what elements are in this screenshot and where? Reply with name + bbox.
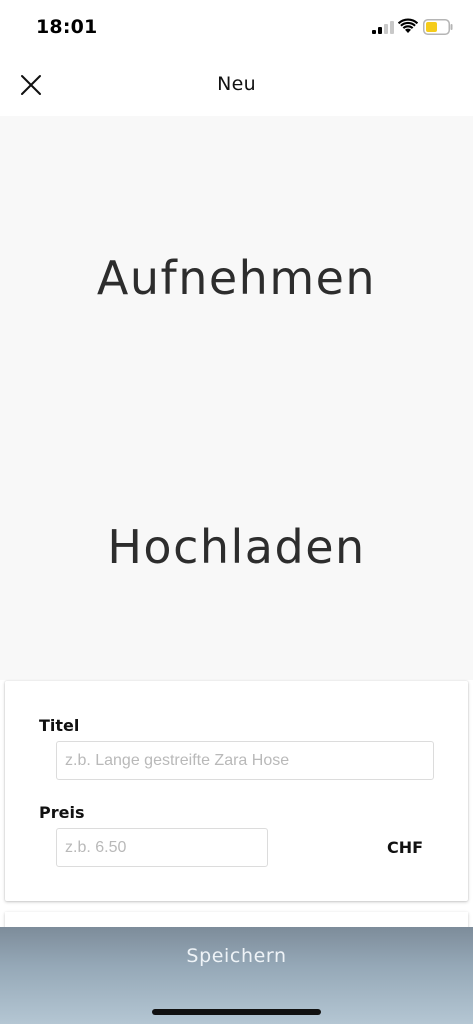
- screen: 18:01 Neu Aufnehmen Hochladen Titel z.b.…: [0, 0, 473, 1024]
- upload-photo-button[interactable]: Hochladen: [0, 520, 473, 574]
- save-button[interactable]: Speichern: [0, 927, 473, 1024]
- signal-icon: [372, 21, 394, 34]
- currency-label: CHF: [387, 838, 424, 857]
- save-button-label: Speichern: [186, 945, 287, 967]
- status-time: 18:01: [36, 16, 98, 38]
- home-indicator: [152, 1009, 321, 1015]
- capture-photo-button[interactable]: Aufnehmen: [0, 251, 473, 305]
- nav-bar: Neu: [0, 56, 473, 116]
- wifi-icon: [398, 18, 418, 33]
- price-label: Preis: [39, 803, 85, 822]
- title-label: Titel: [39, 716, 80, 735]
- price-input[interactable]: [56, 828, 268, 867]
- page-title: Neu: [217, 73, 256, 95]
- battery-icon: [423, 19, 453, 35]
- item-form-card: Titel Preis CHF: [5, 681, 468, 901]
- title-input[interactable]: [56, 741, 434, 780]
- status-bar: 18:01: [0, 0, 473, 56]
- photo-area: Aufnehmen Hochladen: [0, 116, 473, 680]
